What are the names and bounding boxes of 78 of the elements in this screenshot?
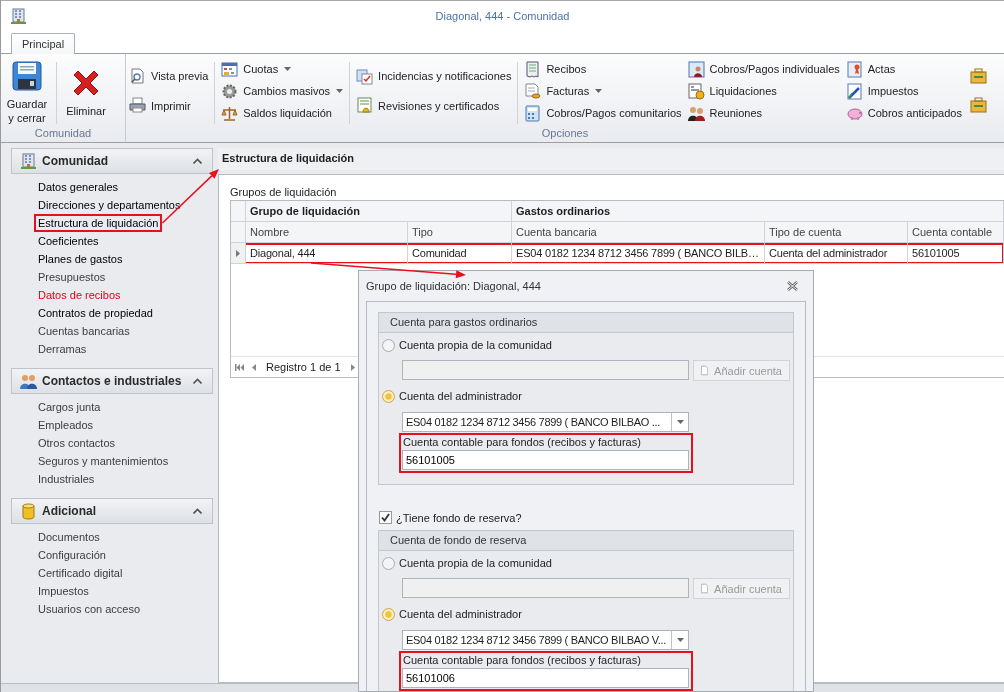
- table-cell: Diagonal, 444: [246, 243, 408, 264]
- sidebar-item[interactable]: Derramas: [34, 340, 91, 358]
- column-header[interactable]: Cuenta bancaria: [512, 222, 765, 243]
- section-header[interactable]: Comunidad: [11, 148, 213, 174]
- sidebar-item[interactable]: Direcciones y departamentos: [34, 196, 185, 214]
- field-label: Cuenta contable para fondos (recibos y facturas): [402, 435, 642, 449]
- sidebar-item[interactable]: Cuentas bancarias: [34, 322, 134, 340]
- ribbon-button[interactable]: Cuotas: [221, 58, 344, 80]
- section-title: Contactos e industriales: [42, 374, 183, 388]
- group-label: Comunidad: [33, 127, 93, 141]
- group-title: Cuenta para gastos ordinarios: [379, 313, 793, 333]
- ribbon-button[interactable]: Liquidaciones: [687, 80, 840, 102]
- ribbon-button[interactable]: Facturas: [524, 80, 682, 102]
- ribbon-button[interactable]: Imprimir: [129, 94, 209, 117]
- table-cell: Cuenta del administrador: [765, 243, 908, 264]
- sidebar-item[interactable]: Planes de gastos: [34, 250, 127, 268]
- account-dropdown[interactable]: ES04 0182 1234 8712 3456 7899 ( BANCO BILBAO V...: [402, 630, 689, 650]
- ribbon-button[interactable]: Saldos liquidación: [221, 102, 344, 124]
- section-title: Adicional: [42, 504, 97, 518]
- sidebar-item[interactable]: Documentos: [34, 528, 104, 546]
- radio-button[interactable]: Cuenta del administrador: [382, 605, 790, 623]
- sidebar-item[interactable]: Contratos de propiedad: [34, 304, 157, 322]
- dialog-title: Grupo de liquidación: Diagonal, 444: [366, 280, 541, 292]
- ribbon-button[interactable]: Vista previa: [129, 65, 209, 88]
- ribbon-tab[interactable]: Principal: [11, 33, 76, 54]
- group-label: Opciones: [540, 127, 590, 141]
- radio-button[interactable]: Cuenta del administrador: [382, 387, 790, 405]
- ribbon-button[interactable]: Cobros/Pagos comunitarios: [524, 102, 682, 124]
- sidebar-item[interactable]: Estructura de liquidación: [34, 214, 163, 232]
- column-header[interactable]: Tipo: [408, 222, 512, 243]
- ribbon-button[interactable]: Actas: [845, 58, 962, 80]
- ribbon-button[interactable]: Incidencias y notificaciones: [356, 65, 512, 88]
- ribbon-button[interactable]: Revisiones y certificados: [356, 94, 512, 117]
- ribbon-button[interactable]: Impuestos: [845, 80, 962, 102]
- column-header[interactable]: Cuenta contable: [908, 222, 1004, 243]
- sidebar-item[interactable]: Cargos junta: [34, 398, 105, 416]
- reserve-checkbox[interactable]: ¿Tiene fondo de reserva?: [379, 511, 794, 524]
- radio-button[interactable]: Cuenta propia de la comunidad: [382, 554, 790, 572]
- sidebar-item[interactable]: Otros contactos: [34, 434, 120, 452]
- section-header[interactable]: Adicional: [11, 498, 213, 524]
- sidebar-item[interactable]: Seguros y mantenimientos: [34, 452, 173, 470]
- ribbon-button[interactable]: Cobros anticipados: [845, 102, 962, 124]
- sidebar-item[interactable]: Impuestos: [34, 582, 93, 600]
- record-counter: Registro 1 de 1: [265, 361, 342, 373]
- ribbon-button[interactable]: Reuniones: [687, 102, 840, 124]
- ribbon-button[interactable]: Cobros/Pagos individuales: [687, 58, 840, 80]
- window-title: Diagonal, 444 - Comunidad: [435, 10, 570, 22]
- ribbon-button[interactable]: Recibos: [524, 58, 682, 80]
- section-header[interactable]: Contactos e industriales: [11, 368, 213, 394]
- band-header: Gastos ordinarios: [512, 201, 1004, 222]
- sidebar-item[interactable]: Presupuestos: [34, 268, 110, 286]
- account-number-field[interactable]: 56101006: [402, 668, 689, 688]
- sidebar-item[interactable]: Configuración: [34, 546, 110, 564]
- sidebar-item[interactable]: Usuarios con acceso: [34, 600, 145, 618]
- table-cell: ES04 0182 1234 8712 3456 7899 ( BANCO BILB…: [512, 243, 765, 264]
- sidebar-item[interactable]: Industriales: [34, 470, 99, 488]
- table-cell: Comunidad: [408, 243, 512, 264]
- ribbon-button[interactable]: Eliminar: [63, 64, 109, 118]
- account-dropdown[interactable]: ES04 0182 1234 8712 3456 7899 ( BANCO BILBAO ...: [402, 412, 689, 432]
- sidebar-item[interactable]: Coeficientes: [34, 232, 103, 250]
- field-label: Cuenta contable para fondos (recibos y facturas): [402, 653, 642, 667]
- group-title: Cuenta de fondo de reserva: [379, 531, 793, 551]
- table-row[interactable]: Diagonal, 444 Comunidad ES04 0182 1234 8712 3456 7899 ( BANCO BILB… Cuenta del administrador 56101005: [231, 243, 1004, 264]
- ribbon-button[interactable]: Cambios masivos: [221, 80, 344, 102]
- panel-title: Estructura de liquidación: [218, 148, 1004, 170]
- grid-caption: Grupos de liquidación: [230, 185, 338, 199]
- column-header[interactable]: Nombre: [246, 222, 408, 243]
- column-header[interactable]: Tipo de cuenta: [765, 222, 908, 243]
- account-number-field[interactable]: 56101005: [402, 450, 689, 470]
- sidebar-item[interactable]: Datos de recibos: [34, 286, 125, 304]
- section-title: Comunidad: [42, 154, 109, 168]
- band-header: Grupo de liquidación: [246, 201, 512, 222]
- sidebar-item[interactable]: Datos generales: [34, 178, 123, 196]
- sidebar-item[interactable]: Certificado digital: [34, 564, 127, 582]
- sidebar-item[interactable]: Empleados: [34, 416, 98, 434]
- radio-button[interactable]: Cuenta propia de la comunidad: [382, 336, 790, 354]
- ribbon-button[interactable]: Guardar y cerrar: [4, 58, 50, 125]
- table-cell: 56101005: [908, 243, 1004, 264]
